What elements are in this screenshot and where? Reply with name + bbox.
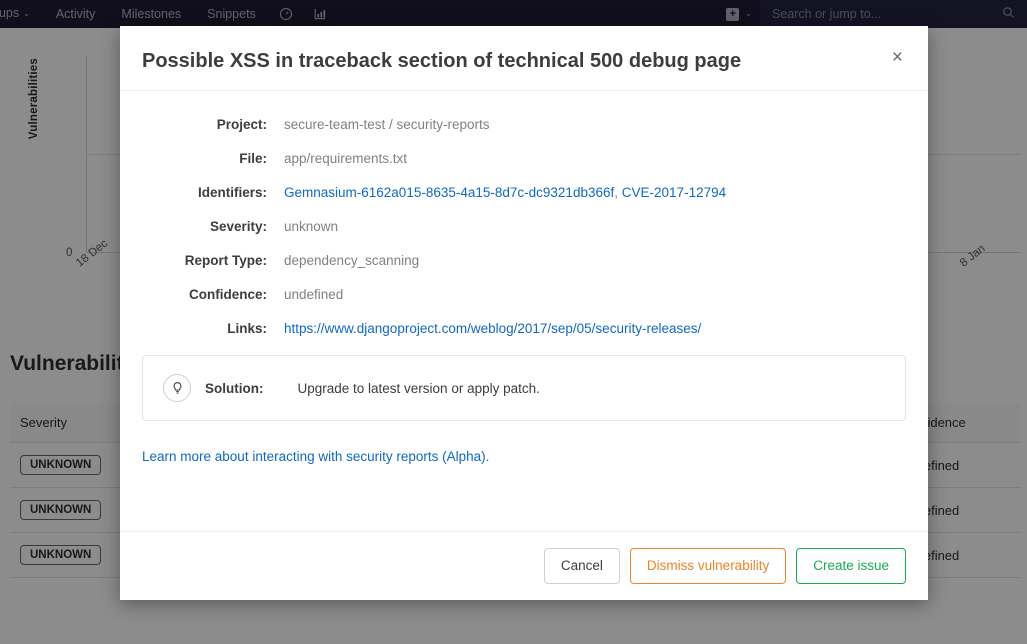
detail-row-confidence: Confidence: undefined	[142, 287, 906, 302]
detail-value-links: https://www.djangoproject.com/weblog/201…	[284, 321, 701, 336]
close-icon[interactable]: ×	[888, 44, 907, 71]
solution-panel: Solution: Upgrade to latest version or a…	[142, 355, 906, 421]
detail-row-file: File: app/requirements.txt	[142, 151, 906, 166]
lightbulb-icon	[163, 374, 191, 402]
detail-value-project: secure-team-test / security-reports	[284, 117, 490, 132]
modal-footer: Cancel Dismiss vulnerability Create issu…	[120, 531, 928, 600]
detail-row-project: Project: secure-team-test / security-rep…	[142, 117, 906, 132]
detail-label-identifiers: Identifiers:	[142, 185, 284, 200]
detail-row-report-type: Report Type: dependency_scanning	[142, 253, 906, 268]
detail-row-links: Links: https://www.djangoproject.com/web…	[142, 321, 906, 336]
detail-value-identifiers: Gemnasium-6162a015-8635-4a15-8d7c-dc9321…	[284, 185, 726, 200]
detail-label-links: Links:	[142, 321, 284, 336]
detail-label-report-type: Report Type:	[142, 253, 284, 268]
detail-value-confidence: undefined	[284, 287, 343, 302]
vulnerability-detail-modal: Possible XSS in traceback section of tec…	[120, 26, 928, 600]
learn-more-row: Learn more about interacting with securi…	[142, 449, 906, 464]
cancel-button[interactable]: Cancel	[544, 548, 620, 584]
detail-label-severity: Severity:	[142, 219, 284, 234]
detail-row-severity: Severity: unknown	[142, 219, 906, 234]
identifier-separator: ,	[614, 185, 618, 200]
detail-value-file: app/requirements.txt	[284, 151, 407, 166]
detail-row-identifiers: Identifiers: Gemnasium-6162a015-8635-4a1…	[142, 185, 906, 200]
detail-label-confidence: Confidence:	[142, 287, 284, 302]
detail-label-file: File:	[142, 151, 284, 166]
detail-value-report-type: dependency_scanning	[284, 253, 419, 268]
modal-body: Project: secure-team-test / security-rep…	[120, 91, 928, 531]
modal-header: Possible XSS in traceback section of tec…	[120, 26, 928, 91]
learn-more-link[interactable]: Learn more about interacting with securi…	[142, 449, 489, 464]
modal-title: Possible XSS in traceback section of tec…	[142, 48, 904, 74]
create-issue-button[interactable]: Create issue	[796, 548, 906, 584]
identifier-link-cve[interactable]: CVE-2017-12794	[622, 185, 726, 200]
solution-label: Solution:	[205, 381, 263, 396]
solution-text: Upgrade to latest version or apply patch…	[297, 381, 539, 396]
dismiss-vulnerability-button[interactable]: Dismiss vulnerability	[630, 548, 786, 584]
external-link-advisory[interactable]: https://www.djangoproject.com/weblog/201…	[284, 321, 701, 336]
detail-value-severity: unknown	[284, 219, 338, 234]
detail-label-project: Project:	[142, 117, 284, 132]
identifier-link-gemnasium[interactable]: Gemnasium-6162a015-8635-4a15-8d7c-dc9321…	[284, 185, 614, 200]
